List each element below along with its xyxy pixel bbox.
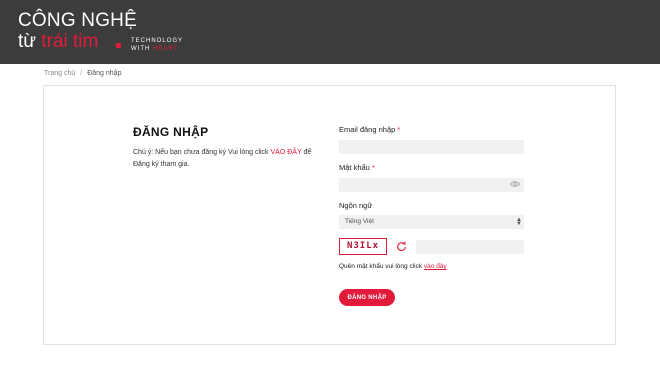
captcha-image: N3ILx [339, 238, 387, 255]
forgot-prefix: Quên mật khẩu vui lòng click [339, 263, 424, 270]
breadcrumb-separator: / [80, 70, 83, 77]
breadcrumb-home[interactable]: Trang chủ [44, 70, 75, 77]
logo-tagline: TECHNOLOGY WITH HEART [131, 37, 183, 53]
breadcrumb: Trang chủ / Đăng nhập [44, 70, 121, 77]
tagline-line-2-accent: HEART [153, 46, 179, 52]
language-select[interactable]: Tiếng Việt [339, 215, 524, 229]
logo-dot [116, 43, 121, 48]
logo-line-2-accent: trái tim [41, 31, 99, 52]
language-label: Ngôn ngữ [339, 201, 373, 210]
email-label: Email đăng nhập * [339, 125, 400, 134]
chevron-updown-icon: ▲ ▼ [516, 217, 522, 227]
forgot-password-link[interactable]: vào đây [424, 263, 447, 270]
eye-icon[interactable] [510, 180, 520, 188]
login-card [43, 85, 616, 345]
breadcrumb-current: Đăng nhập [87, 70, 122, 77]
logo-line-2-prefix: từ [18, 31, 42, 52]
required-mark: * [371, 163, 375, 172]
required-mark: * [397, 125, 401, 134]
register-note: Chú ý: Nếu bạn chưa đăng ký Vui lòng cli… [133, 147, 313, 171]
register-link[interactable]: VÀO ĐÂY [271, 149, 302, 156]
email-label-text: Email đăng nhập [339, 125, 396, 134]
logo-line-2[interactable]: từ trái tim [18, 31, 98, 53]
register-note-prefix: Chú ý: Nếu bạn chưa đăng ký Vui lòng cli… [133, 149, 271, 156]
tagline-line-1: TECHNOLOGY [131, 38, 184, 44]
password-label: Mật khẩu * [339, 163, 375, 172]
password-field[interactable] [339, 178, 524, 192]
captcha-input[interactable] [416, 240, 524, 254]
page-title: ĐĂNG NHẬP [133, 125, 209, 139]
login-button[interactable]: ĐĂNG NHẬP [339, 289, 395, 306]
tagline-line-2: WITH HEART [131, 45, 183, 53]
refresh-icon[interactable] [396, 241, 407, 252]
site-header: CÔNG NGHỆ từ trái tim TECHNOLOGY WITH HE… [0, 0, 660, 64]
forgot-password-text: Quên mật khẩu vui lòng click vào đây [339, 263, 447, 270]
tagline-line-2-prefix: WITH [131, 46, 153, 52]
password-label-text: Mật khẩu [339, 163, 370, 172]
logo-line-1[interactable]: CÔNG NGHỆ [18, 10, 137, 32]
email-field[interactable] [339, 140, 524, 154]
